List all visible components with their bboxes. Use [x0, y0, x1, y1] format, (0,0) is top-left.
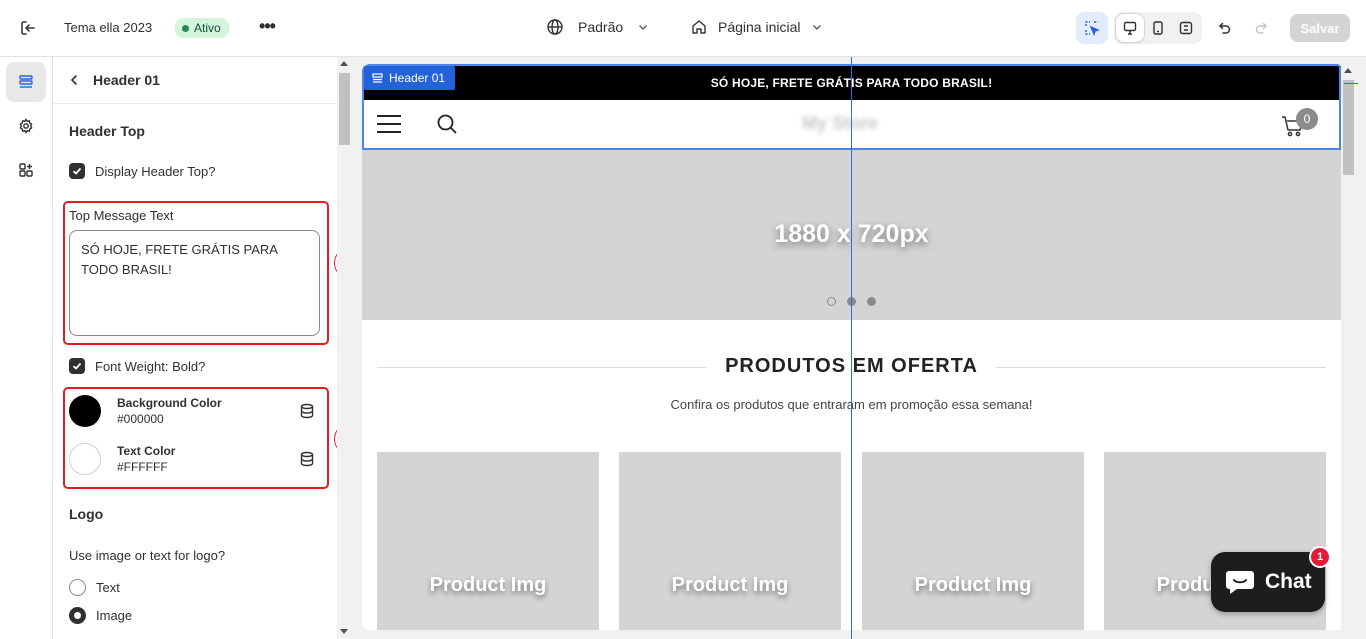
annotation-highlight-2	[63, 387, 329, 489]
checkbox-checked-icon	[69, 163, 85, 179]
product-card[interactable]: Product Img	[619, 452, 841, 630]
device-toggle-group	[1114, 12, 1202, 44]
product-card[interactable]: Product Img	[377, 452, 599, 630]
toolbar-tools	[1076, 12, 1278, 44]
status-badge: Ativo	[175, 18, 229, 38]
store-logo[interactable]: My Store	[802, 113, 878, 134]
annotation-highlight-1	[63, 201, 329, 345]
sections-nav-button[interactable]	[6, 62, 46, 102]
menu-hamburger-icon[interactable]	[377, 115, 401, 133]
selected-section-tag[interactable]: Header 01	[364, 66, 456, 90]
section-title-header-top: Header Top	[69, 123, 145, 139]
apps-nav-button[interactable]	[6, 150, 46, 190]
section-title-logo: Logo	[69, 506, 104, 522]
slider-dot[interactable]	[827, 297, 836, 306]
panel-title: Header 01	[93, 72, 160, 88]
status-dot-icon	[182, 24, 189, 32]
font-weight-bold-checkbox[interactable]: Font Weight: Bold?	[69, 358, 205, 374]
settings-panel: Header 01 Header Top Display Header Top?…	[53, 57, 337, 639]
mobile-icon	[1153, 21, 1163, 35]
logo-question: Use image or text for logo?	[69, 548, 226, 563]
save-button[interactable]: Salvar	[1290, 14, 1350, 42]
undo-icon	[1218, 22, 1231, 34]
preview-scroll-thumb[interactable]	[1343, 80, 1354, 175]
display-header-top-label: Display Header Top?	[95, 163, 216, 179]
font-weight-label: Font Weight: Bold?	[95, 358, 206, 374]
center-guide-line	[851, 57, 852, 639]
left-rail	[0, 57, 53, 639]
theme-name: Tema ella 2023	[64, 20, 153, 35]
page-selector[interactable]: Página inicial	[690, 18, 823, 36]
chevron-down-icon	[639, 24, 648, 31]
checkbox-checked-icon	[69, 358, 85, 374]
redo-button[interactable]	[1246, 12, 1278, 44]
desktop-view-button[interactable]	[1116, 14, 1144, 42]
back-arrow-icon[interactable]	[69, 74, 79, 86]
preview-scrollbar[interactable]	[1341, 64, 1356, 630]
panel-scrollbar[interactable]	[337, 57, 352, 639]
fullscreen-view-button[interactable]	[1172, 14, 1200, 42]
scroll-up-arrow-icon[interactable]	[340, 61, 348, 66]
logo-option-text-radio[interactable]: Text	[69, 579, 120, 596]
fullscreen-icon	[1179, 21, 1193, 35]
inspect-cursor-icon	[1085, 21, 1100, 36]
horizontal-guide-line	[1344, 83, 1358, 84]
panel-header: Header 01	[53, 57, 337, 104]
sections-icon	[19, 75, 33, 88]
desktop-icon	[1123, 21, 1137, 35]
mobile-view-button[interactable]	[1144, 14, 1172, 42]
logo-option-label: Image	[96, 608, 133, 623]
radio-unselected-icon	[69, 579, 86, 596]
section-icon	[372, 72, 383, 83]
chat-widget-button[interactable]: Chat	[1211, 552, 1325, 612]
chat-bubble-icon	[1226, 571, 1254, 594]
panel-scroll-thumb[interactable]	[339, 73, 350, 145]
more-actions-button[interactable]: •••	[256, 17, 278, 39]
chat-notification-badge: 1	[1309, 546, 1331, 568]
product-card[interactable]: Product Img	[862, 452, 1084, 630]
chat-label: Chat	[1265, 570, 1312, 593]
globe-icon	[547, 19, 563, 35]
undo-button[interactable]	[1208, 12, 1240, 44]
page-label: Página inicial	[718, 19, 801, 35]
radio-selected-icon	[69, 607, 86, 624]
product-image-placeholder: Product Img	[914, 574, 1032, 596]
theme-settings-nav-button[interactable]	[6, 106, 46, 146]
exit-icon[interactable]	[18, 18, 38, 38]
locale-label: Padrão	[578, 19, 624, 35]
gear-icon	[19, 118, 33, 134]
apps-icon	[19, 163, 33, 177]
locale-selector[interactable]: Padrão	[546, 18, 649, 36]
chevron-down-icon	[812, 24, 821, 31]
status-badge-label: Ativo	[194, 21, 221, 35]
product-image-placeholder: Product Img	[429, 574, 547, 596]
scroll-down-arrow-icon[interactable]	[340, 629, 348, 634]
logo-option-label: Text	[96, 580, 120, 595]
display-header-top-checkbox[interactable]: Display Header Top?	[69, 163, 215, 179]
inspector-button[interactable]	[1076, 12, 1108, 44]
store-preview-frame: SÓ HOJE, FRETE GRÁTIS PARA TODO BRASIL! …	[362, 64, 1356, 630]
redo-icon	[1255, 22, 1268, 34]
logo-option-image-radio[interactable]: Image	[69, 607, 132, 624]
selected-section-label: Header 01	[389, 71, 446, 85]
scroll-up-arrow-icon[interactable]	[1344, 68, 1352, 73]
product-image-placeholder: Product Img	[671, 574, 789, 596]
search-icon[interactable]	[436, 113, 458, 135]
top-bar: Tema ella 2023 Ativo ••• Padrão Página i…	[0, 0, 1366, 57]
slider-dot[interactable]	[867, 297, 876, 306]
home-icon	[692, 20, 706, 34]
cart-count-badge: 0	[1296, 108, 1318, 130]
